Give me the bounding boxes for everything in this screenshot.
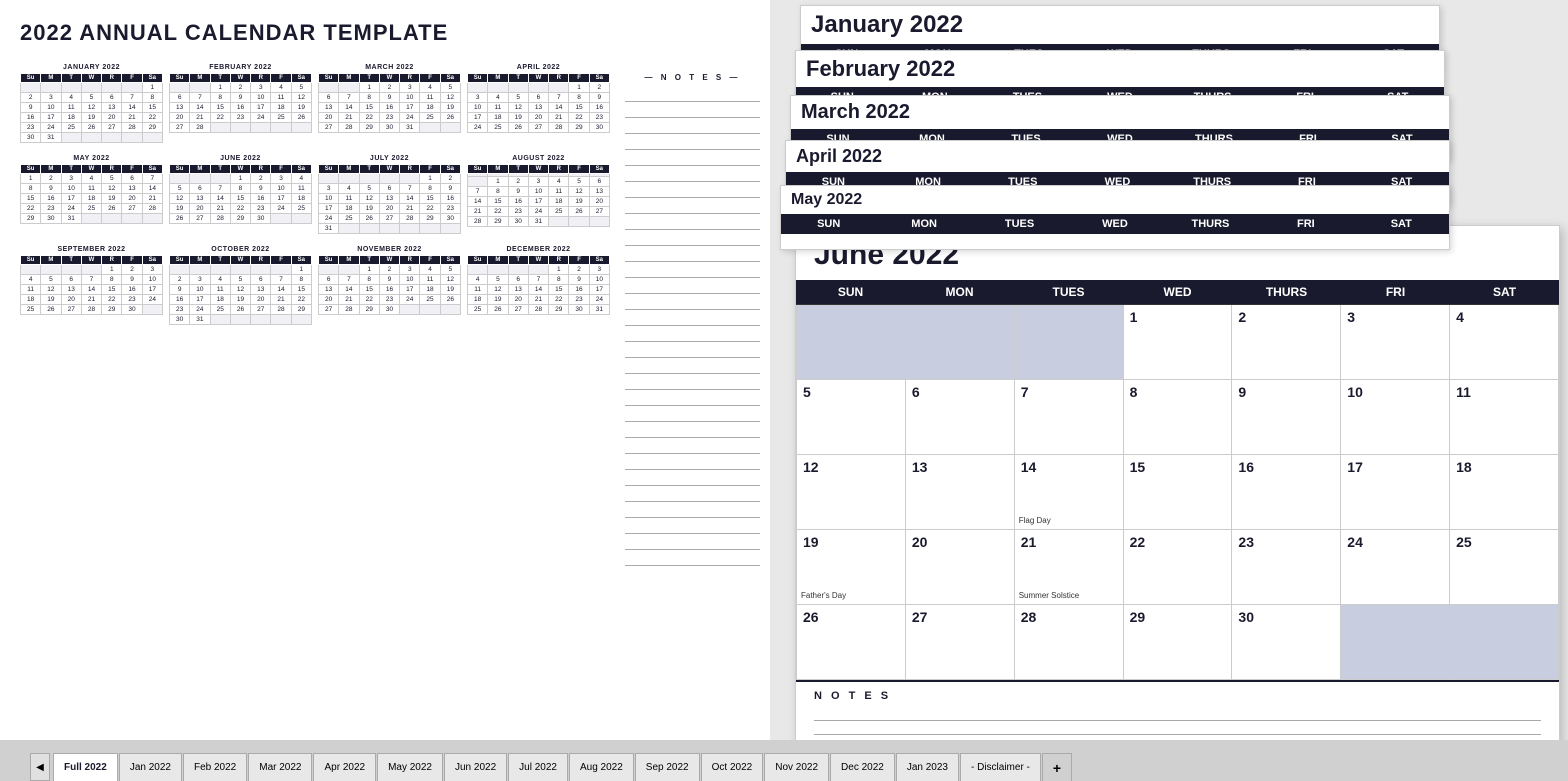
mini-calendar: AUGUST 2022SuMTWRFSa12345678910111213141…	[467, 155, 610, 234]
tab-apr-2022[interactable]: Apr 2022	[313, 753, 376, 781]
june-cell: 22	[1124, 530, 1233, 605]
june-cell: 1	[1124, 305, 1233, 380]
june-cell: 11	[1450, 380, 1559, 455]
june-cell: 6	[906, 380, 1015, 455]
june-cell: 2	[1232, 305, 1341, 380]
tab-+[interactable]: +	[1042, 753, 1072, 781]
june-cell: 19Father's Day	[797, 530, 906, 605]
june-cell: 21Summer Solstice	[1015, 530, 1124, 605]
june-cell: 24	[1341, 530, 1450, 605]
mini-calendar: JULY 2022SuMTWRFSa1234567891011121314151…	[318, 155, 461, 234]
june-notes-label: N O T E S	[814, 690, 1541, 702]
june-cell: 26	[797, 605, 906, 680]
june-cell	[906, 305, 1015, 380]
june-cell: 13	[906, 455, 1015, 530]
june-cell: 23	[1232, 530, 1341, 605]
june-cell: 9	[1232, 380, 1341, 455]
june-cell: 10	[1341, 380, 1450, 455]
june-calendar-grid: 1234567891011121314Flag Day1516171819Fat…	[796, 305, 1559, 680]
tab-full-2022[interactable]: Full 2022	[53, 753, 118, 781]
tab-jan-2022[interactable]: Jan 2022	[119, 753, 182, 781]
page-title: 2022 ANNUAL CALENDAR TEMPLATE	[20, 20, 750, 46]
mini-calendar: JUNE 2022SuMTWRFSa1234567891011121314151…	[169, 155, 312, 234]
mini-calendar: MAY 2022SuMTWRFSa12345678910111213141516…	[20, 155, 163, 234]
june-cell: 4	[1450, 305, 1559, 380]
mini-calendar: MARCH 2022SuMTWRFSa123456789101112131415…	[318, 64, 461, 143]
mini-calendar: FEBRUARY 2022SuMTWRFSa123456789101112131…	[169, 64, 312, 143]
june-cell	[1341, 605, 1450, 680]
tab-aug-2022[interactable]: Aug 2022	[569, 753, 634, 781]
tab---disclaimer--[interactable]: - Disclaimer -	[960, 753, 1041, 781]
tab-scroll-left[interactable]: ◀	[30, 753, 50, 781]
tab-mar-2022[interactable]: Mar 2022	[248, 753, 312, 781]
tab-may-2022[interactable]: May 2022	[377, 753, 443, 781]
june-cell: 12	[797, 455, 906, 530]
june-cell	[797, 305, 906, 380]
tab-nov-2022[interactable]: Nov 2022	[764, 753, 829, 781]
tab-feb-2022[interactable]: Feb 2022	[183, 753, 247, 781]
june-cell: 17	[1341, 455, 1450, 530]
june-full-calendar: June 2022 SUNMONTUESWEDTHURSFRISAT 12345…	[795, 225, 1560, 745]
june-cell: 29	[1124, 605, 1233, 680]
mini-calendar: APRIL 2022SuMTWRFSa123456789101112131415…	[467, 64, 610, 143]
tab-jun-2022[interactable]: Jun 2022	[444, 753, 507, 781]
june-cell: 7	[1015, 380, 1124, 455]
mini-calendar: JANUARY 2022SuMTWRFSa1234567891011121314…	[20, 64, 163, 143]
bottom-tabs-bar: ◀ Full 2022Jan 2022Feb 2022Mar 2022Apr 2…	[0, 740, 1568, 781]
tab-sep-2022[interactable]: Sep 2022	[635, 753, 700, 781]
mini-calendar: NOVEMBER 2022SuMTWRFSa123456789101112131…	[318, 246, 461, 325]
notes-title: — N O T E S —	[625, 73, 760, 82]
stacked-months-area: January 2022 SUNMONTUESWEDTHURSFRISAT Fe…	[790, 5, 1550, 235]
mini-calendar: OCTOBER 2022SuMTWRFSa1234567891011121314…	[169, 246, 312, 325]
june-notes-area: N O T E S	[796, 680, 1559, 745]
mini-calendar: SEPTEMBER 2022SuMTWRFSa12345678910111213…	[20, 246, 163, 325]
june-cell: 27	[906, 605, 1015, 680]
june-calendar-header: SUNMONTUESWEDTHURSFRISAT	[796, 280, 1559, 305]
calendars-grid: JANUARY 2022SuMTWRFSa1234567891011121314…	[20, 64, 610, 325]
june-cell	[1450, 605, 1559, 680]
june-cell: 18	[1450, 455, 1559, 530]
june-cell: 14Flag Day	[1015, 455, 1124, 530]
notes-lines	[625, 86, 760, 566]
june-cell	[1015, 305, 1124, 380]
tab-oct-2022[interactable]: Oct 2022	[701, 753, 764, 781]
tab-jul-2022[interactable]: Jul 2022	[508, 753, 568, 781]
june-cell: 8	[1124, 380, 1233, 455]
june-cell: 30	[1232, 605, 1341, 680]
june-cell: 25	[1450, 530, 1559, 605]
june-cell: 5	[797, 380, 906, 455]
june-cell: 16	[1232, 455, 1341, 530]
june-cell: 28	[1015, 605, 1124, 680]
june-cell: 3	[1341, 305, 1450, 380]
notes-area: — N O T E S —	[620, 68, 765, 571]
stacked-card-4[interactable]: May 2022 SUNMONTUESWEDTHURSFRISAT	[780, 185, 1450, 250]
june-cell: 20	[906, 530, 1015, 605]
june-cell: 15	[1124, 455, 1233, 530]
tab-dec-2022[interactable]: Dec 2022	[830, 753, 895, 781]
tab-jan-2023[interactable]: Jan 2023	[896, 753, 959, 781]
mini-calendar: DECEMBER 2022SuMTWRFSa123456789101112131…	[467, 246, 610, 325]
